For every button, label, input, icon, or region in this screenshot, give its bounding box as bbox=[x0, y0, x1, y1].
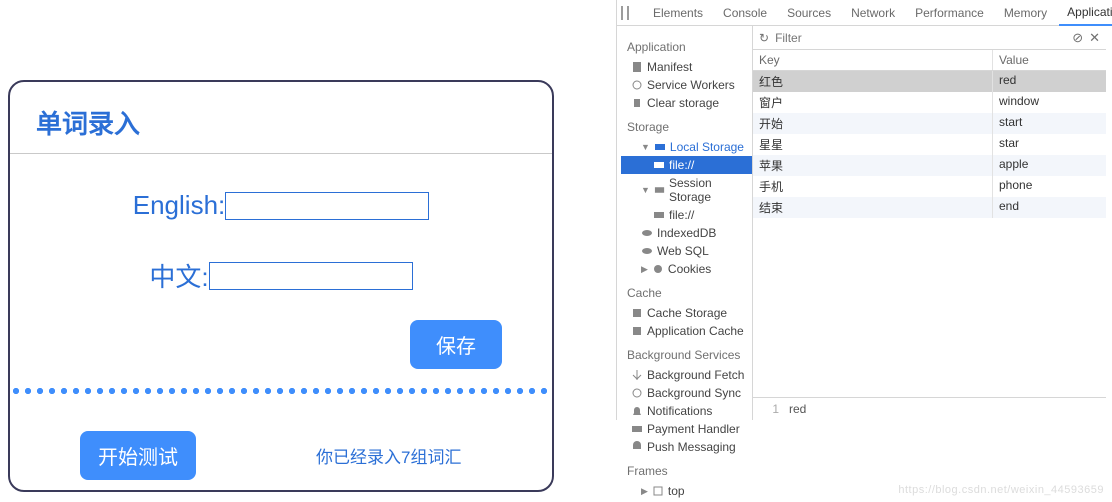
devtools-tabbar: Elements Console Sources Network Perform… bbox=[617, 0, 1106, 26]
sidebar-item-cache-storage[interactable]: Cache Storage bbox=[621, 304, 752, 322]
tab-performance[interactable]: Performance bbox=[907, 1, 992, 25]
block-icon[interactable]: ⊘ bbox=[1072, 30, 1083, 46]
status-suffix: 组词汇 bbox=[410, 448, 461, 467]
start-test-button[interactable]: 开始测试 bbox=[80, 431, 196, 480]
sidebar-item-manifest[interactable]: Manifest bbox=[621, 58, 752, 76]
storage-table-header: Key Value bbox=[753, 50, 1106, 71]
table-row[interactable]: 星星star bbox=[753, 134, 1106, 155]
detail-pane: 1 red bbox=[753, 397, 1106, 420]
tab-console[interactable]: Console bbox=[715, 1, 775, 25]
detail-line-number: 1 bbox=[759, 402, 779, 416]
divider bbox=[10, 153, 552, 154]
sidebar-item-payment-handler[interactable]: Payment Handler bbox=[621, 420, 752, 438]
inspect-icon[interactable] bbox=[621, 6, 623, 20]
dotted-divider bbox=[10, 387, 552, 395]
device-icon[interactable] bbox=[627, 6, 629, 20]
sidebar-item-top-frame[interactable]: ▶top bbox=[621, 482, 752, 500]
tab-network[interactable]: Network bbox=[843, 1, 903, 25]
sidebar-item-service-workers[interactable]: Service Workers bbox=[621, 76, 752, 94]
devtools-sidebar: Application Manifest Service Workers Cle… bbox=[617, 26, 753, 420]
tab-elements[interactable]: Elements bbox=[645, 1, 711, 25]
close-icon[interactable]: ✕ bbox=[1089, 30, 1100, 46]
sidebar-item-bg-sync[interactable]: Background Sync bbox=[621, 384, 752, 402]
refresh-icon[interactable]: ↻ bbox=[759, 31, 769, 45]
table-row[interactable]: 开始start bbox=[753, 113, 1106, 134]
table-row[interactable]: 手机phone bbox=[753, 176, 1106, 197]
sidebar-item-local-file[interactable]: file:// bbox=[621, 156, 752, 174]
section-storage: Storage bbox=[627, 120, 752, 134]
storage-table-body: 红色red 窗户window 开始start 星星star 苹果apple 手机… bbox=[753, 71, 1106, 218]
english-input[interactable] bbox=[225, 192, 429, 220]
caret-right-icon: ▶ bbox=[641, 486, 648, 497]
sidebar-item-clear-storage[interactable]: Clear storage bbox=[621, 94, 752, 112]
filter-bar: ↻ ⊘ ✕ bbox=[753, 26, 1106, 50]
sidebar-item-bg-fetch[interactable]: Background Fetch bbox=[621, 366, 752, 384]
tab-application[interactable]: Application bbox=[1059, 0, 1112, 26]
section-application: Application bbox=[627, 40, 752, 54]
chinese-label: 中文: bbox=[149, 257, 208, 294]
sidebar-item-indexeddb[interactable]: IndexedDB bbox=[621, 224, 752, 242]
chinese-row: 中文: bbox=[10, 257, 552, 294]
detail-value: red bbox=[789, 402, 806, 416]
watermark: https://blog.csdn.net/weixin_44593659 bbox=[898, 484, 1104, 496]
sidebar-item-application-cache[interactable]: Application Cache bbox=[621, 322, 752, 340]
devtools-main: ↻ ⊘ ✕ Key Value 红色red 窗户window 开始start 星… bbox=[753, 26, 1106, 420]
caret-down-icon: ▼ bbox=[641, 142, 650, 152]
table-row[interactable]: 结束end bbox=[753, 197, 1106, 218]
status-prefix: 你已经录入 bbox=[316, 448, 401, 467]
sidebar-item-session-storage[interactable]: ▼Session Storage bbox=[621, 174, 752, 206]
sidebar-item-cookies[interactable]: ▶Cookies bbox=[621, 260, 752, 278]
section-cache: Cache bbox=[627, 286, 752, 300]
chinese-input[interactable] bbox=[209, 262, 413, 290]
table-row[interactable]: 苹果apple bbox=[753, 155, 1106, 176]
sidebar-item-push-messaging[interactable]: Push Messaging bbox=[621, 438, 752, 456]
english-label: English: bbox=[133, 190, 226, 221]
tab-memory[interactable]: Memory bbox=[996, 1, 1055, 25]
value-header[interactable]: Value bbox=[993, 50, 1106, 70]
filter-input[interactable] bbox=[775, 31, 1066, 45]
devtools-panel: Elements Console Sources Network Perform… bbox=[616, 0, 1106, 420]
sidebar-item-websql[interactable]: Web SQL bbox=[621, 242, 752, 260]
key-header[interactable]: Key bbox=[753, 50, 993, 70]
caret-right-icon: ▶ bbox=[641, 264, 648, 275]
sidebar-item-notifications[interactable]: Notifications bbox=[621, 402, 752, 420]
tab-sources[interactable]: Sources bbox=[779, 1, 839, 25]
status-text: 你已经录入7组词汇 bbox=[316, 443, 461, 468]
word-entry-panel: 单词录入 English: 中文: 保存 开始测试 你已经录入7组词汇 bbox=[8, 80, 554, 492]
save-button[interactable]: 保存 bbox=[410, 320, 502, 369]
caret-down-icon: ▼ bbox=[641, 185, 650, 195]
section-frames: Frames bbox=[627, 464, 752, 478]
section-bg-services: Background Services bbox=[627, 348, 752, 362]
sidebar-item-local-storage[interactable]: ▼Local Storage bbox=[621, 138, 752, 156]
table-row[interactable]: 窗户window bbox=[753, 92, 1106, 113]
panel-title: 单词录入 bbox=[10, 82, 552, 153]
sidebar-item-session-file[interactable]: file:// bbox=[621, 206, 752, 224]
english-row: English: bbox=[10, 190, 552, 221]
table-row[interactable]: 红色red bbox=[753, 71, 1106, 92]
